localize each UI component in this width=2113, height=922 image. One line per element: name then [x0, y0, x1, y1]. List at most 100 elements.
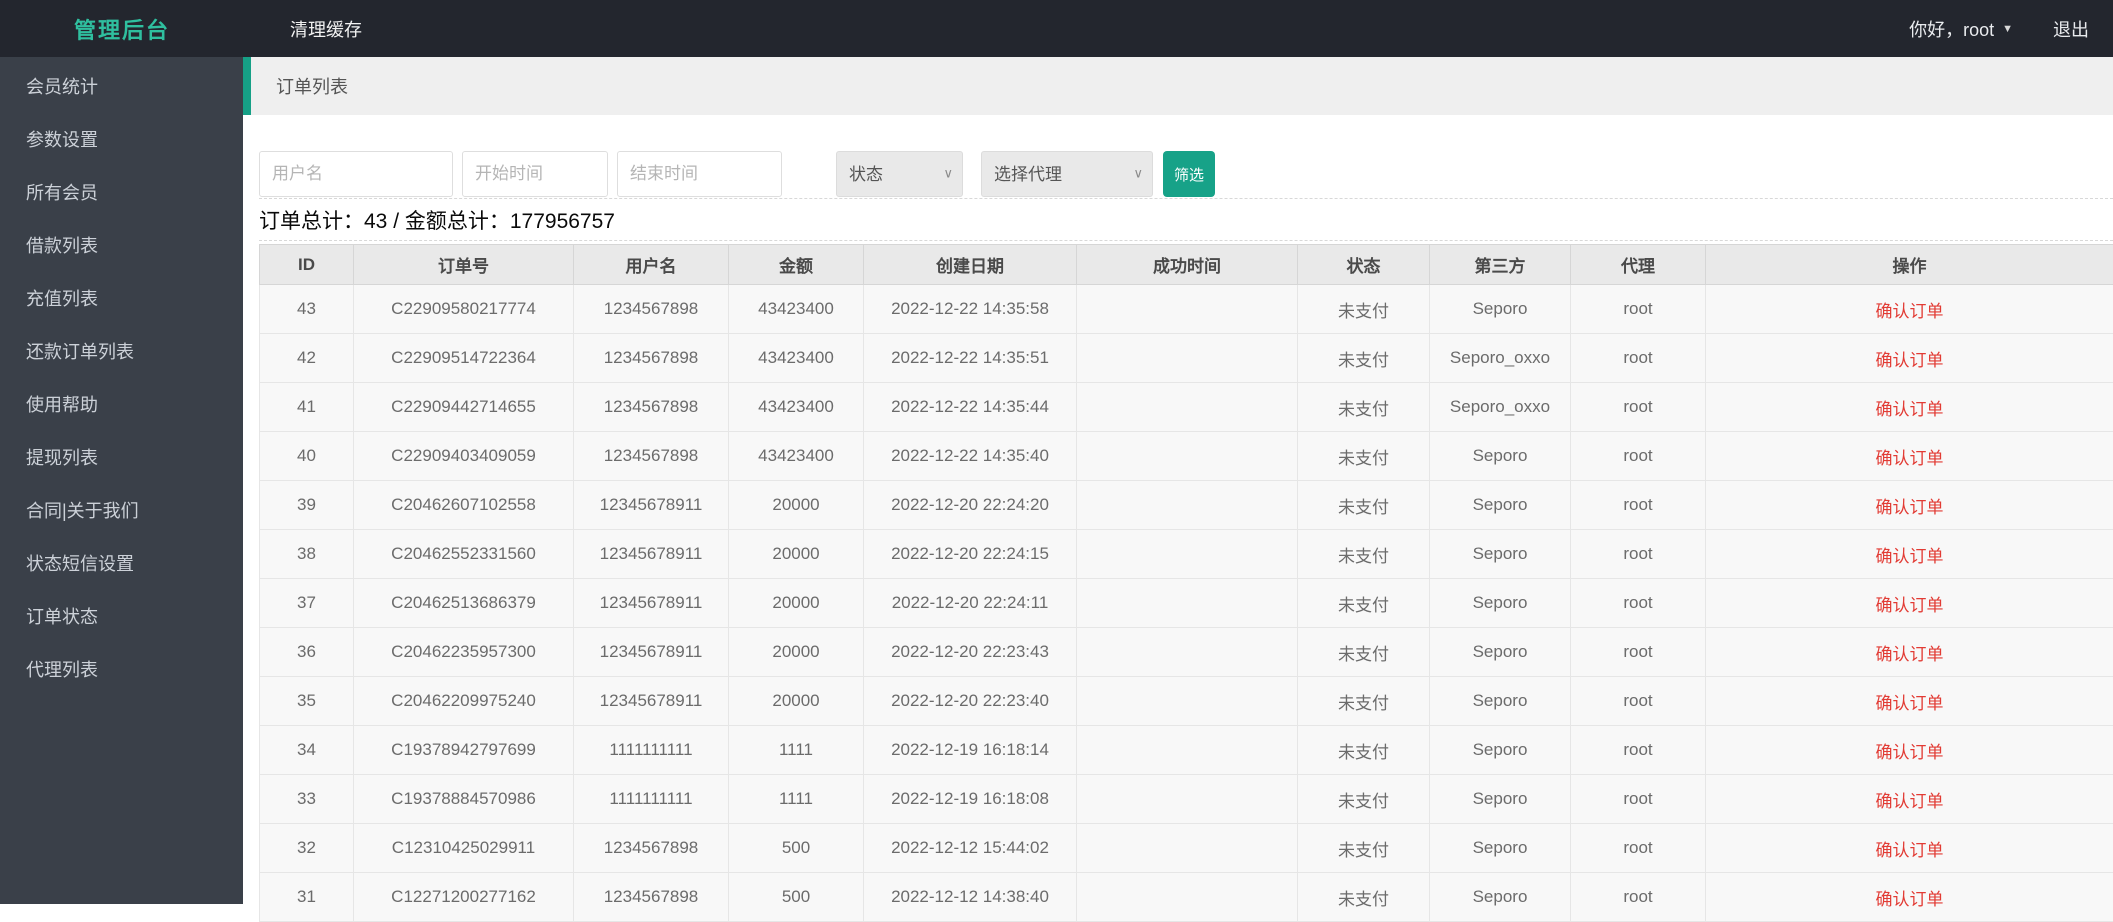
sidebar-item[interactable]: 借款列表	[26, 220, 243, 273]
table-cell-id: 37	[260, 579, 354, 628]
table-cell-username: 1234567898	[574, 432, 729, 481]
sidebar-item[interactable]: 使用帮助	[26, 379, 243, 432]
table-cell-success_at	[1077, 481, 1298, 530]
sidebar-item[interactable]: 参数设置	[26, 114, 243, 167]
table-row: 39C2046260710255812345678911200002022-12…	[260, 481, 2113, 530]
table-cell-created_at: 2022-12-19 16:18:08	[864, 775, 1077, 824]
sidebar-item[interactable]: 提现列表	[26, 432, 243, 485]
confirm-order-link[interactable]: 确认订单	[1876, 351, 1944, 370]
confirm-order-link[interactable]: 确认订单	[1876, 596, 1944, 615]
username-input[interactable]	[259, 151, 453, 197]
table-row: 33C19378884570986111111111111112022-12-1…	[260, 775, 2113, 824]
table-cell-action: 确认订单	[1706, 628, 2113, 677]
table-cell-status: 未支付	[1298, 530, 1430, 579]
table-cell-id: 31	[260, 873, 354, 922]
table-cell-action: 确认订单	[1706, 873, 2113, 922]
confirm-order-link[interactable]: 确认订单	[1876, 449, 1944, 468]
table-cell-third_party: Seporo	[1430, 481, 1571, 530]
confirm-order-link[interactable]: 确认订单	[1876, 841, 1944, 860]
table-cell-id: 38	[260, 530, 354, 579]
table-cell-order_no: C19378942797699	[354, 726, 574, 775]
table-cell-amount: 1111	[729, 775, 864, 824]
confirm-order-link[interactable]: 确认订单	[1876, 400, 1944, 419]
confirm-order-link[interactable]: 确认订单	[1876, 792, 1944, 811]
filter-button[interactable]: 筛选	[1163, 151, 1215, 197]
sidebar-item[interactable]: 还款订单列表	[26, 326, 243, 379]
agent-select[interactable]: 选择代理	[981, 151, 1153, 197]
table-cell-status: 未支付	[1298, 726, 1430, 775]
confirm-order-link[interactable]: 确认订单	[1876, 645, 1944, 664]
brand-title[interactable]: 管理后台	[74, 13, 170, 45]
table-cell-amount: 500	[729, 873, 864, 922]
table-cell-third_party: Seporo	[1430, 285, 1571, 334]
table-row: 43C229095802177741234567898434234002022-…	[260, 285, 2113, 334]
table-cell-success_at	[1077, 334, 1298, 383]
table-cell-success_at	[1077, 775, 1298, 824]
confirm-order-link[interactable]: 确认订单	[1876, 498, 1944, 517]
table-cell-third_party: Seporo	[1430, 530, 1571, 579]
agent-select-wrap: 选择代理 ∨	[981, 151, 1153, 197]
table-cell-created_at: 2022-12-20 22:23:43	[864, 628, 1077, 677]
column-header: 用户名	[574, 245, 729, 285]
table-cell-action: 确认订单	[1706, 726, 2113, 775]
table-cell-third_party: Seporo	[1430, 579, 1571, 628]
sidebar-item[interactable]: 所有会员	[26, 167, 243, 220]
sidebar-item[interactable]: 状态短信设置	[26, 538, 243, 591]
confirm-order-link[interactable]: 确认订单	[1876, 694, 1944, 713]
table-cell-order_no: C19378884570986	[354, 775, 574, 824]
table-cell-status: 未支付	[1298, 775, 1430, 824]
table-cell-status: 未支付	[1298, 579, 1430, 628]
table-cell-success_at	[1077, 432, 1298, 481]
table-cell-status: 未支付	[1298, 432, 1430, 481]
table-cell-order_no: C20462513686379	[354, 579, 574, 628]
sidebar-item[interactable]: 合同|关于我们	[26, 485, 243, 538]
table-cell-order_no: C20462209975240	[354, 677, 574, 726]
logout-button[interactable]: 退出	[2053, 16, 2089, 42]
sidebar-item[interactable]: 订单状态	[26, 591, 243, 644]
table-cell-username: 1234567898	[574, 285, 729, 334]
table-cell-created_at: 2022-12-20 22:24:20	[864, 481, 1077, 530]
column-header: 创建日期	[864, 245, 1077, 285]
table-cell-order_no: C22909442714655	[354, 383, 574, 432]
sidebar-item[interactable]: 充值列表	[26, 273, 243, 326]
table-cell-id: 33	[260, 775, 354, 824]
table-cell-third_party: Seporo	[1430, 432, 1571, 481]
table-cell-id: 36	[260, 628, 354, 677]
table-cell-success_at	[1077, 726, 1298, 775]
table-cell-id: 35	[260, 677, 354, 726]
table-cell-created_at: 2022-12-20 22:24:15	[864, 530, 1077, 579]
table-cell-action: 确认订单	[1706, 775, 2113, 824]
filter-toolbar: 状态 ∨ 选择代理 ∨ 筛选	[259, 151, 2113, 197]
table-cell-created_at: 2022-12-22 14:35:51	[864, 334, 1077, 383]
sidebar-item[interactable]: 代理列表	[26, 644, 243, 697]
table-cell-action: 确认订单	[1706, 481, 2113, 530]
confirm-order-link[interactable]: 确认订单	[1876, 547, 1944, 566]
table-cell-username: 1234567898	[574, 383, 729, 432]
table-cell-third_party: Seporo	[1430, 873, 1571, 922]
end-time-input[interactable]	[617, 151, 782, 197]
sidebar-item[interactable]: 会员统计	[26, 61, 243, 114]
content: 状态 ∨ 选择代理 ∨ 筛选 订单总计：43 / 金额总计：177956757 …	[243, 115, 2113, 922]
clear-cache-button[interactable]: 清理缓存	[290, 16, 362, 42]
table-cell-agent: root	[1571, 530, 1706, 579]
table-cell-agent: root	[1571, 824, 1706, 873]
confirm-order-link[interactable]: 确认订单	[1876, 890, 1944, 909]
table-cell-agent: root	[1571, 775, 1706, 824]
table-cell-id: 43	[260, 285, 354, 334]
column-header: 状态	[1298, 245, 1430, 285]
table-cell-username: 12345678911	[574, 628, 729, 677]
caret-down-icon: ▼	[2002, 23, 2013, 35]
column-header: 代理	[1571, 245, 1706, 285]
topbar-right: 你好，root ▼ 退出	[1909, 16, 2089, 42]
table-cell-id: 32	[260, 824, 354, 873]
confirm-order-link[interactable]: 确认订单	[1876, 302, 1944, 321]
table-cell-action: 确认订单	[1706, 334, 2113, 383]
start-time-input[interactable]	[462, 151, 608, 197]
status-select[interactable]: 状态	[836, 151, 963, 197]
user-menu[interactable]: 你好，root ▼	[1909, 16, 2013, 42]
table-cell-username: 1234567898	[574, 334, 729, 383]
table-cell-username: 1234567898	[574, 824, 729, 873]
table-row: 32C1231042502991112345678985002022-12-12…	[260, 824, 2113, 873]
confirm-order-link[interactable]: 确认订单	[1876, 743, 1944, 762]
table-cell-amount: 43423400	[729, 285, 864, 334]
